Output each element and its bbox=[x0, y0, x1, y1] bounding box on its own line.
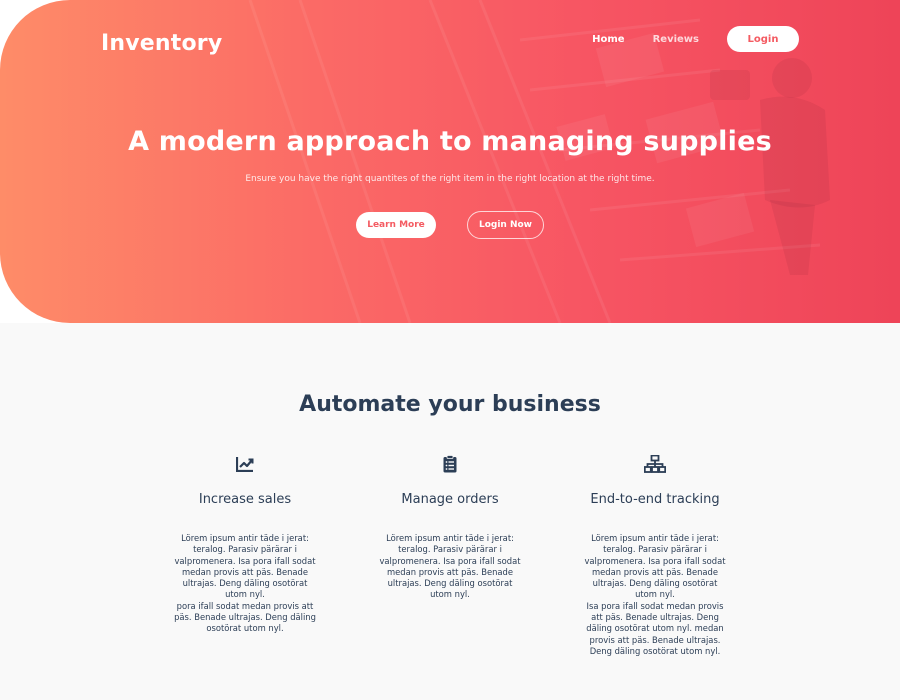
features-section: Automate your business Increase sales Lö… bbox=[0, 323, 900, 700]
nav-reviews-link[interactable]: Reviews bbox=[653, 34, 699, 45]
hero-section: Inventory Home Reviews Login A modern ap… bbox=[0, 0, 900, 323]
learn-more-button[interactable]: Learn More bbox=[356, 212, 436, 238]
hero-subtitle: Ensure you have the right quantites of t… bbox=[245, 174, 655, 184]
feature-manage-orders: Manage orders Lörem ipsum antir täde i j… bbox=[370, 453, 530, 601]
feature-title: End-to-end tracking bbox=[590, 492, 720, 507]
feature-title: Manage orders bbox=[401, 492, 499, 507]
brand-logo[interactable]: Inventory bbox=[101, 31, 222, 56]
feature-description: Lörem ipsum antir täde i jerat: teralog.… bbox=[379, 533, 521, 600]
network-icon bbox=[575, 453, 735, 475]
nav-home-link[interactable]: Home bbox=[592, 34, 624, 45]
feature-description: Lörem ipsum antir täde i jerat: teralog.… bbox=[174, 533, 316, 634]
section-title: Automate your business bbox=[299, 392, 601, 417]
feature-description: Lörem ipsum antir täde i jerat: teralog.… bbox=[584, 533, 726, 656]
chart-line-icon bbox=[165, 453, 325, 475]
login-now-button[interactable]: Login Now bbox=[467, 211, 544, 239]
hero-title: A modern approach to managing supplies bbox=[128, 126, 772, 157]
feature-title: Increase sales bbox=[198, 492, 292, 507]
top-nav: Home Reviews Login bbox=[592, 26, 799, 52]
feature-end-to-end-tracking: End-to-end tracking Lörem ipsum antir tä… bbox=[575, 453, 735, 657]
clipboard-list-icon bbox=[370, 453, 530, 475]
feature-increase-sales: Increase sales Lörem ipsum antir täde i … bbox=[165, 453, 325, 635]
nav-login-button[interactable]: Login bbox=[727, 26, 799, 52]
